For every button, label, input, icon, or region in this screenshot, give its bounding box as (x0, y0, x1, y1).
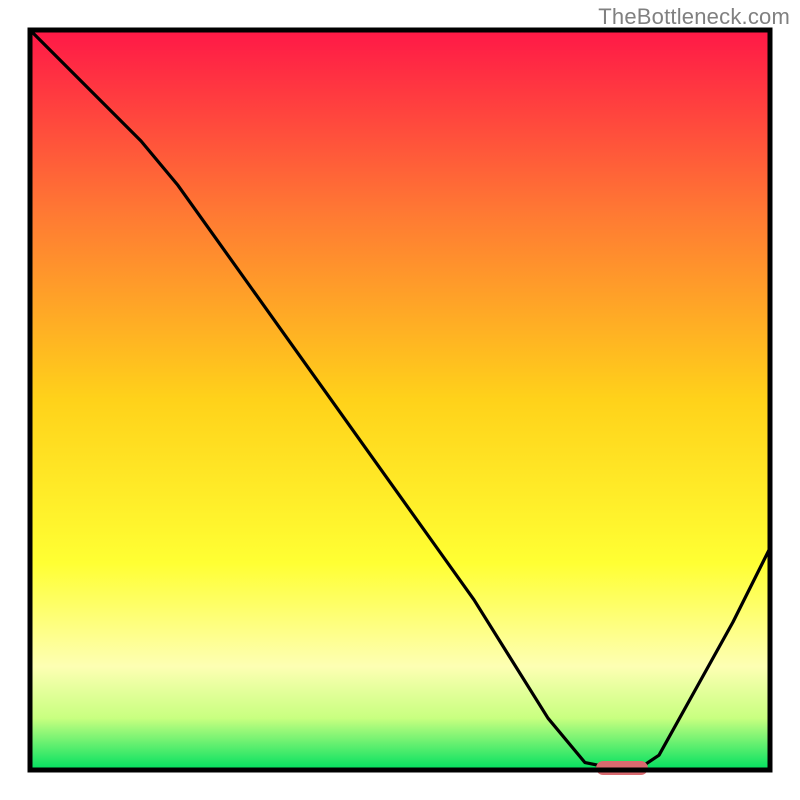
chart-svg (0, 0, 800, 800)
bottleneck-chart: TheBottleneck.com (0, 0, 800, 800)
